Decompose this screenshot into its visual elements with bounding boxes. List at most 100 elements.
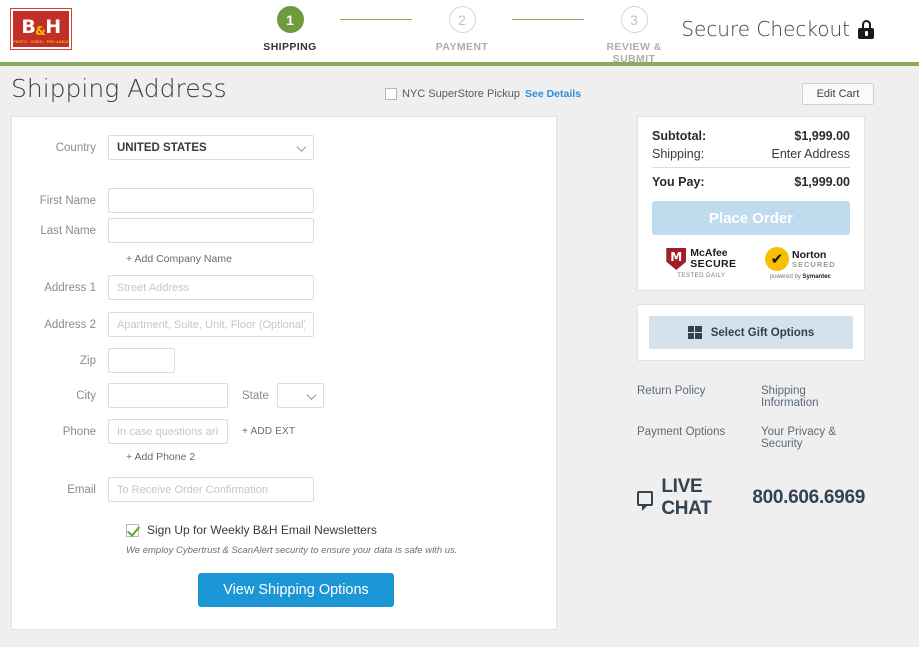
step-connector-1: [340, 19, 412, 20]
norton-subtext-brand: Symantec: [803, 274, 831, 280]
add-ext-link[interactable]: + ADD EXT: [242, 426, 295, 437]
field-row-zip: Zip: [12, 348, 175, 373]
edit-cart-button[interactable]: Edit Cart: [802, 83, 874, 105]
shipping-address-form: Country UNITED STATES First Name Last Na…: [11, 116, 557, 630]
bh-logo[interactable]: B&H PHOTO · VIDEO · PRO AUDIO: [10, 8, 72, 50]
subtotal-value: $1,999.00: [794, 129, 850, 143]
norton-secured-text: SECURED: [792, 261, 836, 269]
address1-input[interactable]: [108, 275, 314, 300]
newsletter-signup-row[interactable]: Sign Up for Weekly B&H Email Newsletters: [126, 523, 377, 537]
country-select-value: UNITED STATES: [117, 142, 207, 154]
step-review[interactable]: 3 REVIEW & SUBMIT: [584, 6, 684, 65]
nyc-pickup-checkbox[interactable]: [385, 88, 397, 100]
country-label: Country: [12, 142, 108, 154]
shipping-value: Enter Address: [771, 147, 850, 161]
page-title: Shipping Address: [11, 74, 227, 103]
bh-logo-tagline: PHOTO · VIDEO · PRO AUDIO: [13, 40, 68, 44]
bh-logo-ampersand: &: [35, 24, 45, 38]
chevron-down-icon: [297, 142, 307, 152]
link-return-policy[interactable]: Return Policy: [637, 385, 761, 409]
address2-input[interactable]: [108, 312, 314, 337]
summary-shipping-row: Shipping: Enter Address: [652, 147, 850, 161]
step-payment-number: 2: [449, 6, 476, 33]
step-shipping[interactable]: 1 SHIPPING: [240, 6, 340, 53]
email-label: Email: [12, 484, 108, 496]
select-gift-options-button[interactable]: Select Gift Options: [649, 316, 853, 349]
add-company-name-link[interactable]: + Add Company Name: [126, 253, 232, 265]
mcafee-secure-text: SECURE: [690, 259, 736, 270]
field-row-last-name: Last Name: [12, 218, 314, 243]
norton-subtext: powered by Symantec: [765, 274, 836, 280]
mcafee-secure-badge: M McAfee SECURE TESTED DAILY: [666, 248, 736, 279]
step-review-label: REVIEW & SUBMIT: [584, 41, 684, 65]
chevron-down-icon: [306, 390, 316, 400]
summary-you-pay-row: You Pay: $1,999.00: [652, 175, 850, 189]
norton-name: Norton: [792, 250, 836, 261]
step-shipping-number: 1: [277, 6, 304, 33]
order-summary-card: Subtotal: $1,999.00 Shipping: Enter Addr…: [637, 116, 865, 291]
field-row-email: Email: [12, 477, 314, 502]
newsletter-checkbox[interactable]: [126, 524, 139, 537]
chat-bubble-icon[interactable]: [637, 491, 653, 506]
see-details-link[interactable]: See Details: [525, 88, 581, 100]
link-shipping-information[interactable]: Shipping Information: [761, 385, 865, 409]
summary-divider: [652, 167, 850, 168]
field-row-city-state: City State: [12, 383, 324, 408]
email-input[interactable]: [108, 477, 314, 502]
address1-label: Address 1: [12, 282, 108, 294]
help-links: Return Policy Shipping Information Payme…: [637, 385, 865, 450]
add-phone-2-link[interactable]: + Add Phone 2: [126, 451, 195, 463]
support-phone-number: 800.606.6969: [752, 487, 865, 509]
security-note: We employ Cybertrust & ScanAlert securit…: [126, 545, 457, 556]
mcafee-subtext: TESTED DAILY: [666, 273, 736, 279]
step-connector-2: [512, 19, 584, 20]
zip-input[interactable]: [108, 348, 175, 373]
field-row-country: Country UNITED STATES: [12, 135, 314, 160]
norton-check-icon: ✔: [765, 247, 789, 271]
site-header: B&H PHOTO · VIDEO · PRO AUDIO 1 SHIPPING…: [0, 0, 919, 62]
subtotal-label: Subtotal:: [652, 129, 706, 143]
live-chat-label[interactable]: LIVE CHAT: [661, 476, 735, 520]
field-row-address2: Address 2: [12, 312, 314, 337]
link-payment-options[interactable]: Payment Options: [637, 426, 761, 450]
city-input[interactable]: [108, 383, 228, 408]
address2-label: Address 2: [12, 319, 108, 331]
city-label: City: [12, 390, 108, 402]
field-row-phone: Phone + ADD EXT: [12, 419, 295, 444]
step-review-number: 3: [621, 6, 648, 33]
bh-logo-inner: B&H PHOTO · VIDEO · PRO AUDIO: [13, 11, 69, 47]
page-title-row: Shipping Address NYC SuperStore Pickup S…: [0, 66, 919, 116]
nyc-pickup-label: NYC SuperStore Pickup: [402, 88, 520, 100]
country-select[interactable]: UNITED STATES: [108, 135, 314, 160]
phone-label: Phone: [12, 426, 108, 438]
gift-grid-icon: [688, 326, 702, 339]
view-shipping-options-button[interactable]: View Shipping Options: [198, 573, 394, 607]
gift-options-card: Select Gift Options: [637, 304, 865, 361]
you-pay-value: $1,999.00: [794, 175, 850, 189]
newsletter-label: Sign Up for Weekly B&H Email Newsletters: [147, 523, 377, 537]
step-payment-label: PAYMENT: [412, 41, 512, 53]
mcafee-shield-icon: M: [666, 248, 686, 270]
field-row-first-name: First Name: [12, 188, 314, 213]
last-name-input[interactable]: [108, 218, 314, 243]
secure-checkout-label: Secure Checkout: [681, 17, 850, 41]
norton-subtext-pre: powered by: [770, 274, 803, 280]
first-name-input[interactable]: [108, 188, 314, 213]
phone-input[interactable]: [108, 419, 228, 444]
nyc-superstore-pickup-row[interactable]: NYC SuperStore Pickup See Details: [385, 88, 581, 100]
place-order-button[interactable]: Place Order: [652, 201, 850, 235]
summary-subtotal-row: Subtotal: $1,999.00: [652, 129, 850, 143]
support-row: LIVE CHAT 800.606.6969: [637, 476, 865, 520]
state-select[interactable]: [277, 383, 324, 408]
checkout-stepper: 1 SHIPPING 2 PAYMENT 3 REVIEW & SUBMIT: [240, 6, 684, 65]
state-label: State: [242, 390, 269, 402]
step-payment[interactable]: 2 PAYMENT: [412, 6, 512, 53]
step-shipping-label: SHIPPING: [240, 41, 340, 53]
order-summary-column: Subtotal: $1,999.00 Shipping: Enter Addr…: [637, 116, 865, 520]
link-privacy-security[interactable]: Your Privacy & Security: [761, 426, 865, 450]
shipping-label: Shipping:: [652, 147, 704, 161]
field-row-address1: Address 1: [12, 275, 314, 300]
first-name-label: First Name: [12, 195, 108, 207]
bh-logo-wordmark: B&H: [21, 18, 60, 37]
lock-icon: [858, 20, 874, 39]
